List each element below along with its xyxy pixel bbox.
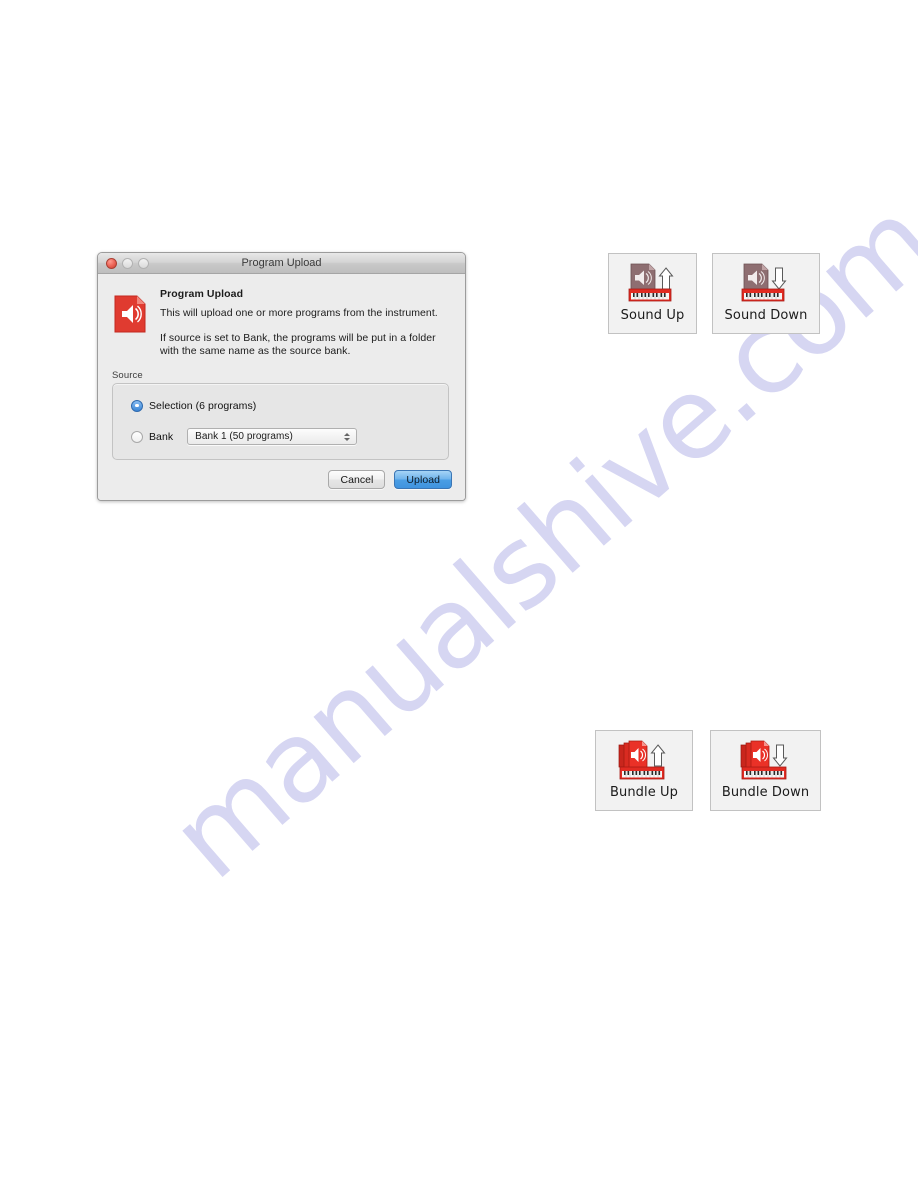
sound-down-caption: Sound Down xyxy=(724,308,808,323)
sound-document-down-arrow-keyboard-icon xyxy=(738,262,794,306)
sound-up-button[interactable]: Sound Up xyxy=(608,253,697,334)
bundle-stack-up-arrow-keyboard-icon xyxy=(616,739,672,783)
chevron-updown-icon xyxy=(344,432,351,441)
radio-bank-label: Bank xyxy=(149,430,174,443)
program-upload-dialog: Program Upload Program Upload This will … xyxy=(97,252,466,501)
bundle-up-caption: Bundle Up xyxy=(609,785,679,800)
radio-row-bank[interactable]: Bank Bank 1 (50 programs) xyxy=(113,428,448,446)
radio-row-selection[interactable]: Selection (6 programs) xyxy=(113,397,448,415)
dialog-paragraph-2: If source is set to Bank, the programs w… xyxy=(160,331,436,358)
bundle-down-caption: Bundle Down xyxy=(721,785,810,800)
dialog-heading: Program Upload xyxy=(160,288,244,300)
upload-button[interactable]: Upload xyxy=(394,470,452,489)
radio-selection-label: Selection (6 programs) xyxy=(149,399,257,412)
bank-select[interactable]: Bank 1 (50 programs) xyxy=(187,428,358,445)
source-group: Source Selection (6 programs) Bank Bank … xyxy=(112,370,449,460)
dialog-intro-text: Program Upload This will upload one or m… xyxy=(160,288,449,359)
dialog-intro: Program Upload This will upload one or m… xyxy=(98,274,465,359)
dialog-body: Program Upload This will upload one or m… xyxy=(98,274,465,500)
dialog-paragraph-1: This will upload one or more programs fr… xyxy=(160,307,438,319)
cancel-button[interactable]: Cancel xyxy=(328,470,386,489)
dialog-titlebar[interactable]: Program Upload xyxy=(98,253,465,274)
sound-down-button[interactable]: Sound Down xyxy=(712,253,820,334)
bundle-up-button[interactable]: Bundle Up xyxy=(595,730,693,811)
source-group-label: Source xyxy=(112,369,143,381)
bundle-stack-down-arrow-keyboard-icon xyxy=(738,739,794,783)
source-group-box: Selection (6 programs) Bank Bank 1 (50 p… xyxy=(112,382,449,460)
dialog-button-row: Cancel Upload xyxy=(328,470,452,489)
radio-selection[interactable] xyxy=(131,399,143,412)
bundle-down-button[interactable]: Bundle Down xyxy=(710,730,821,811)
bank-select-value: Bank 1 (50 programs) xyxy=(195,431,293,442)
dialog-title: Program Upload xyxy=(241,257,322,269)
radio-bank[interactable] xyxy=(131,430,143,443)
program-sound-document-icon xyxy=(114,295,146,333)
sound-up-caption: Sound Up xyxy=(620,308,685,323)
sound-document-up-arrow-keyboard-icon xyxy=(625,262,681,306)
